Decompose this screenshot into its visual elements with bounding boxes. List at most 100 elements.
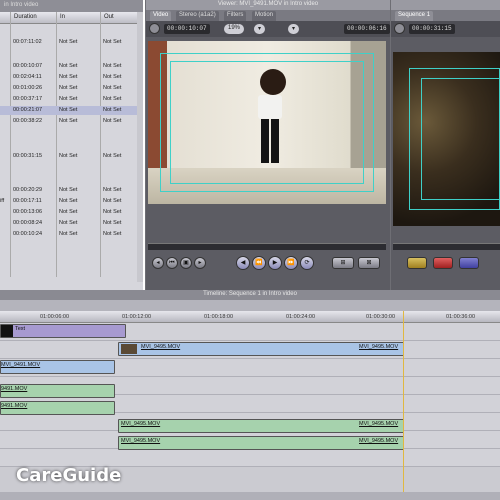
- browser-row[interactable]: iff 00:00:17:11 Not Set Not Set: [0, 197, 140, 206]
- row-out: Not Set: [103, 209, 122, 215]
- text-clip[interactable]: Text: [0, 324, 126, 338]
- browser-row[interactable]: 00:00:10:07 Not Set Not Set: [0, 62, 140, 71]
- overlay-popup[interactable]: ▾: [288, 24, 300, 34]
- clip-label: 9491.MOV: [1, 386, 28, 392]
- zoom-popup[interactable]: 19%: [224, 24, 245, 34]
- text-clip-thumbnail: [1, 325, 13, 337]
- mark-clip-icon[interactable]: ▣: [180, 257, 192, 269]
- browser-row[interactable]: 00:07:11:02 Not Set Not Set: [0, 38, 140, 47]
- row-in: Not Set: [59, 153, 78, 159]
- overwrite-edit-icon[interactable]: [433, 257, 453, 269]
- tab-stereo[interactable]: Stereo (a1a2): [176, 11, 219, 21]
- browser-row[interactable]: 00:00:38:22 Not Set Not Set: [0, 117, 140, 126]
- match-frame-icon[interactable]: ⊞: [332, 257, 354, 269]
- audio-clip[interactable]: 9491.MOV: [0, 401, 115, 415]
- rewind-icon[interactable]: ⏪: [252, 256, 266, 270]
- play-in-out-icon[interactable]: ◀: [236, 256, 250, 270]
- clock-icon[interactable]: [394, 23, 405, 34]
- tab-video[interactable]: Video: [150, 11, 172, 21]
- video-clip[interactable]: MVI_9491.MOV: [0, 360, 115, 374]
- mark-out-icon[interactable]: ▸: [194, 257, 206, 269]
- row-out: Not Set: [103, 85, 122, 91]
- row-out: Not Set: [103, 187, 122, 193]
- browser-row[interactable]: 00:00:08:24 Not Set Not Set: [0, 219, 140, 228]
- ruler-label: 01:00:30:00: [366, 314, 396, 320]
- row-in: Not Set: [59, 85, 78, 91]
- fast-forward-icon[interactable]: ⏩: [284, 256, 298, 270]
- row-duration: 00:00:10:07: [13, 63, 43, 69]
- replace-edit-icon[interactable]: [459, 257, 479, 269]
- column-out[interactable]: Out: [104, 14, 114, 20]
- row-in: Not Set: [59, 107, 78, 113]
- show-marker-icon[interactable]: ⊠: [358, 257, 380, 269]
- browser-row[interactable]: 00:00:21:07 Not Set Not Set: [0, 106, 140, 115]
- row-in: Not Set: [59, 96, 78, 102]
- play-icon[interactable]: ▶: [268, 256, 282, 270]
- canvas-duration-timecode[interactable]: 00:00:31:15: [409, 24, 455, 34]
- viewer-video-frame[interactable]: [148, 41, 386, 204]
- playhead[interactable]: [403, 311, 404, 500]
- tab-motion[interactable]: Motion: [252, 11, 277, 21]
- row-out: Not Set: [103, 220, 122, 226]
- row-duration: 00:00:38:22: [13, 118, 43, 124]
- row-in: Not Set: [59, 198, 78, 204]
- viewer-scrubber-bar[interactable]: [148, 243, 386, 250]
- row-duration: 00:00:20:29: [13, 187, 43, 193]
- row-out: Not Set: [103, 74, 122, 80]
- browser-row[interactable]: 00:00:31:15 Not Set Not Set: [0, 152, 140, 161]
- row-in: Not Set: [59, 231, 78, 237]
- person-shirt: [258, 95, 282, 119]
- browser-row[interactable]: 00:02:04:11 Not Set Not Set: [0, 73, 140, 82]
- timeline-ruler[interactable]: 01:00:06:00 01:00:12:00 01:00:18:00 01:0…: [0, 311, 500, 323]
- viewer-transport-controls: ◂ ⏮ ▣ ▸ ◀ ⏪ ▶ ⏩ ⟳ ⊞ ⊠: [148, 251, 386, 279]
- viewer-title: Viewer: MVI_9491.MOV in Intro video: [146, 0, 390, 10]
- browser-column-headers: Duration In Out: [0, 12, 140, 24]
- row-in: Not Set: [59, 74, 78, 80]
- row-duration: 00:07:11:02: [13, 39, 42, 45]
- play-around-icon[interactable]: ⟳: [300, 256, 314, 270]
- view-popup[interactable]: ▾: [254, 24, 266, 34]
- row-duration: 00:00:13:06: [13, 209, 43, 215]
- audio-clip[interactable]: MVI_9495.MOV MVI_9495.MOV: [118, 436, 404, 450]
- canvas-video-frame[interactable]: [393, 52, 500, 226]
- mark-in-icon[interactable]: ◂: [152, 257, 164, 269]
- row-duration: 00:00:08:24: [13, 220, 43, 226]
- video-clip[interactable]: MVI_9495.MOV MVI_9495.MOV: [118, 342, 404, 356]
- viewer-current-timecode[interactable]: 00:00:06:16: [344, 24, 390, 34]
- watermark-logo: CareGuide: [16, 465, 122, 486]
- clip-thumbnail: [121, 344, 137, 354]
- clock-icon[interactable]: [149, 23, 160, 34]
- audio-clip[interactable]: MVI_9495.MOV MVI_9495.MOV: [118, 419, 404, 433]
- column-in[interactable]: In: [60, 14, 65, 20]
- person-leg: [261, 119, 269, 163]
- row-out: Not Set: [103, 107, 122, 113]
- canvas-titlebar: [391, 0, 500, 10]
- row-in: Not Set: [59, 39, 78, 45]
- timeline-window: Timeline: Sequence 1 in Intro video 01:0…: [0, 290, 500, 500]
- insert-edit-icon[interactable]: [407, 257, 427, 269]
- row-out: Not Set: [103, 96, 122, 102]
- canvas-transport-controls: [393, 251, 500, 279]
- row-in: Not Set: [59, 118, 78, 124]
- viewer-control-bar: 00:00:10:07 19% ▾ ▾ 00:00:06:16: [146, 21, 390, 37]
- canvas-scrubber-bar[interactable]: [393, 243, 500, 250]
- column-duration[interactable]: Duration: [14, 14, 37, 20]
- browser-row[interactable]: 00:00:37:17 Not Set Not Set: [0, 95, 140, 104]
- row-name-fragment: iff: [0, 198, 5, 204]
- browser-row[interactable]: 00:00:13:06 Not Set Not Set: [0, 208, 140, 217]
- timeline-title: Timeline: Sequence 1 in Intro video: [0, 290, 500, 300]
- browser-row[interactable]: 00:00:20:29 Not Set Not Set: [0, 186, 140, 195]
- tab-sequence-1[interactable]: Sequence 1: [395, 11, 434, 21]
- audio-clip[interactable]: 9491.MOV: [0, 384, 115, 398]
- row-in: Not Set: [59, 220, 78, 226]
- prev-edit-icon[interactable]: ⏮: [166, 257, 178, 269]
- timeline-scrollbar[interactable]: [0, 492, 500, 500]
- browser-scrollbar[interactable]: [137, 12, 143, 282]
- clip-label: 9491.MOV: [1, 403, 28, 409]
- row-duration: 00:00:10:24: [13, 231, 43, 237]
- tab-filters[interactable]: Filters: [224, 11, 247, 21]
- browser-row[interactable]: 00:00:10:24 Not Set Not Set: [0, 230, 140, 239]
- browser-panel: in Intro video Duration In Out 00:07:11:…: [0, 0, 145, 290]
- viewer-duration-timecode[interactable]: 00:00:10:07: [164, 24, 210, 34]
- browser-row[interactable]: 00:01:00:26 Not Set Not Set: [0, 84, 140, 93]
